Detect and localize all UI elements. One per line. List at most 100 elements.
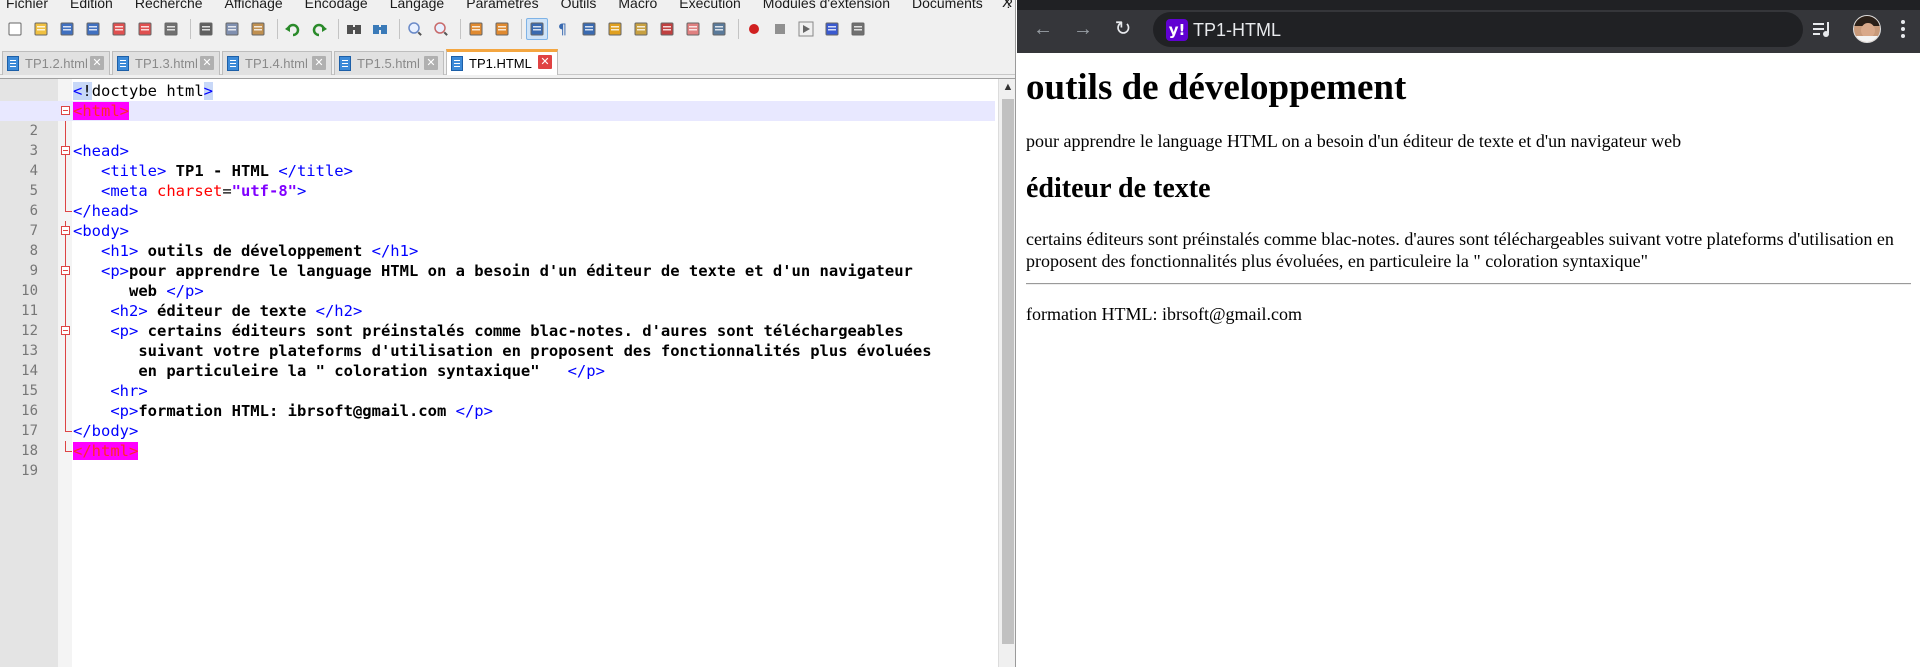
menu-execution[interactable]: Exécution	[679, 0, 740, 11]
tab-tp1-3[interactable]: TP1.3.html ✕	[112, 51, 220, 75]
browser-toolbar: ← → ↻ y! TP1-HTML	[1017, 0, 1920, 53]
code-editor[interactable]: 1 <!doctybe html> 2 <html> 3 4 <head> 5	[0, 78, 1015, 667]
tab-close-icon[interactable]: ✕	[424, 56, 438, 70]
monitoring-icon[interactable]	[708, 18, 730, 40]
reload-icon[interactable]: ↻	[1111, 17, 1135, 41]
yahoo-favicon-icon: y!	[1166, 19, 1188, 41]
tab-label: TP1.4.html	[245, 56, 308, 71]
code-line: 13 <p> certains éditeurs sont préinstalé…	[0, 321, 995, 359]
menu-modules[interactable]: Modules d'extension	[763, 0, 890, 11]
find-icon[interactable]	[343, 18, 365, 40]
menu-macro[interactable]: Macro	[618, 0, 657, 11]
svg-text:¶: ¶	[558, 22, 567, 37]
menu-langage[interactable]: Langage	[390, 0, 445, 11]
code-line: 8 <body>	[0, 221, 995, 259]
tab-strip	[1017, 0, 1920, 10]
tab-tp1-5[interactable]: TP1.5.html ✕	[334, 51, 444, 75]
tab-tp1-4[interactable]: TP1.4.html ✕	[222, 51, 332, 75]
media-control-icon[interactable]	[1810, 17, 1834, 41]
menu-edition[interactable]: Edition	[70, 0, 113, 11]
menu-outils[interactable]: Outils	[561, 0, 597, 11]
forward-arrow-icon[interactable]: →	[1071, 17, 1095, 41]
zoom-in-icon[interactable]	[404, 18, 426, 40]
code-line: 10 <p>pour apprendre le language HTML on…	[0, 261, 995, 299]
tab-label: TP1.5.html	[357, 56, 420, 71]
word-wrap-icon[interactable]	[526, 18, 548, 40]
tab-close-icon[interactable]: ✕	[90, 56, 104, 70]
section-heading: éditeur de texte	[1026, 173, 1211, 204]
menu-more-icon[interactable]	[1893, 17, 1913, 41]
fold-toggle-icon[interactable]	[61, 141, 71, 161]
scroll-up-icon[interactable]: ▲	[999, 81, 1015, 97]
code-line: 14 suivant votre plateforms d'utilisatio…	[0, 341, 995, 379]
code-line: 16 <hr>	[0, 381, 995, 419]
show-all-chars-icon[interactable]: ¶	[552, 18, 574, 40]
vertical-scrollbar[interactable]: ▲	[998, 79, 1015, 667]
code-lines: 1 <!doctybe html> 2 <html> 3 4 <head> 5	[0, 81, 995, 479]
open-folder-icon[interactable]	[30, 18, 52, 40]
file-icon	[339, 56, 351, 71]
page-title-in-omnibox[interactable]: TP1-HTML	[1193, 18, 1281, 42]
menu-affichage[interactable]: Affichage	[225, 0, 283, 11]
language-icon[interactable]	[604, 18, 626, 40]
playback-icon[interactable]	[795, 18, 817, 40]
menu-recherche[interactable]: Recherche	[135, 0, 203, 11]
toolbar-separator	[460, 19, 461, 39]
notepad-plus-plus-window: Fichier Edition Recherche Affichage Enco…	[0, 0, 1016, 667]
doc-map-icon[interactable]	[630, 18, 652, 40]
code-line: 17 <p>formation HTML: ibrsoft@gmail.com …	[0, 401, 995, 439]
indent-guide-icon[interactable]	[578, 18, 600, 40]
close-all-icon[interactable]	[134, 18, 156, 40]
menu-documents[interactable]: Documents	[912, 0, 983, 11]
profile-avatar[interactable]	[1853, 15, 1881, 43]
record-macro-icon[interactable]	[743, 18, 765, 40]
tab-close-icon[interactable]: ✕	[538, 55, 552, 69]
code-line: 9 <h1> outils de développement </h1>	[0, 241, 995, 279]
tab-label: TP1.2.html	[25, 56, 88, 71]
toolbar-separator	[738, 19, 739, 39]
replace-icon[interactable]	[369, 18, 391, 40]
sync-vertical-icon[interactable]	[465, 18, 487, 40]
copy-icon[interactable]	[221, 18, 243, 40]
tab-tp1-html[interactable]: TP1.HTML ✕	[446, 49, 558, 75]
tab-close-icon[interactable]: ✕	[312, 56, 326, 70]
tab-close-icon[interactable]: ✕	[200, 56, 214, 70]
code-line: 15 en particuleire la " coloration synta…	[0, 361, 995, 399]
fold-toggle-icon[interactable]	[61, 101, 71, 121]
page-heading: outils de développement	[1026, 67, 1407, 108]
undo-icon[interactable]	[282, 18, 304, 40]
fold-toggle-icon[interactable]	[61, 321, 71, 341]
paste-icon[interactable]	[247, 18, 269, 40]
back-arrow-icon[interactable]: ←	[1031, 17, 1055, 41]
redo-icon[interactable]	[308, 18, 330, 40]
tab-label: TP1.HTML	[469, 56, 532, 71]
fold-toggle-icon[interactable]	[61, 261, 71, 281]
new-file-icon[interactable]	[4, 18, 26, 40]
chrome-window: ← → ↻ y! TP1-HTML outils de développemen…	[1017, 0, 1920, 667]
cut-icon[interactable]	[195, 18, 217, 40]
save-macro-icon[interactable]	[847, 18, 869, 40]
sync-horizontal-icon[interactable]	[491, 18, 513, 40]
code-line: 5 <title> TP1 - HTML </title>	[0, 161, 995, 199]
code-line: 11 web </p>	[0, 281, 995, 319]
tab-tp1-2[interactable]: TP1.2.html ✕	[2, 51, 110, 75]
save-all-icon[interactable]	[82, 18, 104, 40]
menu-fichier[interactable]: Fichier	[6, 0, 48, 11]
zoom-out-icon[interactable]	[430, 18, 452, 40]
close-document-icon[interactable]: X	[1002, 0, 1012, 11]
scrollbar-thumb[interactable]	[1002, 99, 1014, 644]
menu-parametres[interactable]: Paramètres	[466, 0, 538, 11]
close-icon[interactable]	[108, 18, 130, 40]
menu-encodage[interactable]: Encodage	[305, 0, 368, 11]
run-macro-multiple-icon[interactable]	[821, 18, 843, 40]
print-icon[interactable]	[160, 18, 182, 40]
stop-record-icon[interactable]	[769, 18, 791, 40]
code-line: 4 <head>	[0, 141, 995, 179]
contact-paragraph: formation HTML: ibrsoft@gmail.com	[1026, 304, 1303, 324]
tab-bar: TP1.2.html ✕ TP1.3.html ✕ TP1.4.html ✕ T…	[0, 49, 1015, 75]
function-list-icon[interactable]	[656, 18, 678, 40]
save-icon[interactable]	[56, 18, 78, 40]
fold-toggle-icon[interactable]	[61, 221, 71, 241]
file-icon	[117, 56, 129, 71]
folder-workspace-icon[interactable]	[682, 18, 704, 40]
